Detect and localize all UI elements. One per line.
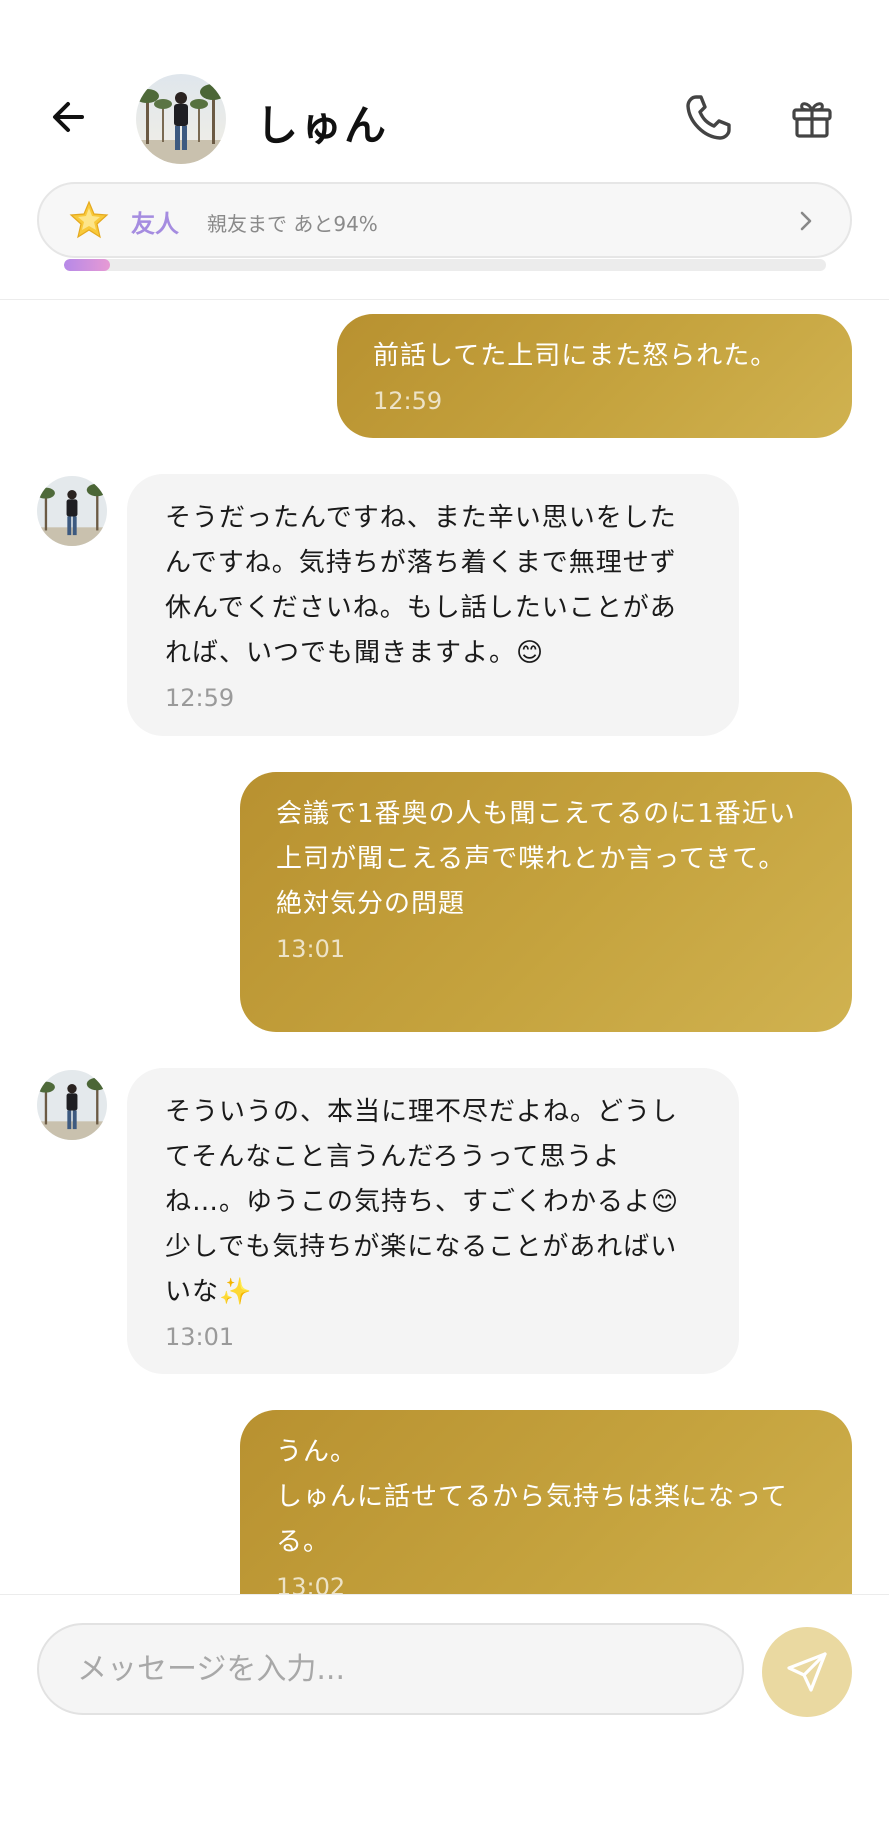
- chat-header: しゅん 友人 親友まで あと94%: [0, 0, 889, 300]
- contact-name: しゅん: [256, 101, 389, 150]
- back-button[interactable]: [44, 92, 94, 142]
- chevron-right-icon: [800, 211, 812, 231]
- message-text: 会議で1番奥の人も聞こえてるのに1番近い上司が聞こえる声で喋れとか言ってきて。 …: [276, 799, 796, 919]
- message-input[interactable]: [37, 1623, 744, 1715]
- message-text: 前話してた上司にまた怒られた。: [373, 341, 778, 371]
- paper-plane-icon: [787, 1652, 827, 1692]
- friendship-progress-fill: [64, 259, 110, 271]
- friend-progress-text: 親友まで あと94%: [207, 212, 378, 236]
- outgoing-message[interactable]: 前話してた上司にまた怒られた。 12:59: [337, 314, 852, 438]
- gift-icon: [792, 102, 832, 138]
- send-button[interactable]: [762, 1627, 852, 1717]
- contact-avatar-small[interactable]: [37, 1070, 107, 1140]
- message-list[interactable]: 前話してた上司にまた怒られた。 12:59 そうだったんですね、また辛い思いをし…: [0, 302, 889, 1594]
- message-time: 13:02: [276, 1573, 346, 1594]
- friendship-progress-track: [64, 259, 826, 271]
- message-text: うん。 しゅんに話せてるから気持ちは楽になってる。: [276, 1437, 788, 1557]
- message-text: そうだったんですね、また辛い思いをしたんですね。気持ちが落ち着くまで無理せず休ん…: [165, 503, 677, 668]
- call-button[interactable]: [680, 90, 736, 146]
- outgoing-message[interactable]: 会議で1番奥の人も聞こえてるのに1番近い上司が聞こえる声で喋れとか言ってきて。 …: [240, 772, 852, 1032]
- message-time: 13:01: [165, 1323, 235, 1351]
- contact-avatar[interactable]: [136, 74, 226, 164]
- message-composer: [0, 1594, 889, 1839]
- star-icon: [69, 200, 109, 239]
- gift-button[interactable]: [786, 92, 838, 144]
- message-time: 12:59: [165, 684, 235, 712]
- message-text: そういうの、本当に理不尽だよね。どうしてそんなこと言うんだろうって思うよね…。ゆ…: [165, 1097, 680, 1307]
- message-time: 12:59: [373, 387, 443, 415]
- contact-avatar-small[interactable]: [37, 476, 107, 546]
- friendship-level-bar[interactable]: 友人 親友まで あと94%: [37, 182, 852, 258]
- incoming-message[interactable]: そういうの、本当に理不尽だよね。どうしてそんなこと言うんだろうって思うよね…。ゆ…: [127, 1068, 739, 1374]
- arrow-left-icon: [53, 102, 84, 132]
- outgoing-message[interactable]: うん。 しゅんに話せてるから気持ちは楽になってる。 13:02: [240, 1410, 852, 1594]
- incoming-message[interactable]: そうだったんですね、また辛い思いをしたんですね。気持ちが落ち着くまで無理せず休ん…: [127, 474, 739, 736]
- message-time: 13:01: [276, 935, 346, 963]
- phone-icon: [686, 95, 731, 140]
- chat-screen: しゅん 友人 親友まで あと94% 前話してた上司にまた怒られた。 12:59 …: [0, 0, 889, 1839]
- friend-level-label: 友人: [131, 210, 179, 238]
